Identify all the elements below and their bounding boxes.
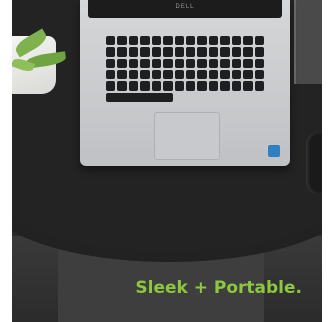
keyboard-key	[106, 69, 116, 80]
keyboard-key	[163, 81, 173, 91]
keyboard-key	[243, 81, 253, 91]
keyboard-key	[243, 58, 253, 68]
keyboard-key	[117, 47, 127, 57]
keyboard-key	[117, 81, 127, 91]
keyboard-key	[140, 36, 150, 46]
keyboard-key	[186, 69, 196, 80]
keyboard-key	[197, 36, 207, 46]
keyboard-key	[174, 69, 184, 80]
keyboard-key	[197, 47, 207, 57]
keyboard-key	[163, 47, 173, 57]
keyboard-key	[220, 47, 230, 57]
keyboard-key	[197, 58, 207, 68]
keyboard-key	[231, 69, 242, 80]
keyboard-key	[254, 47, 264, 57]
processor-sticker	[268, 145, 280, 157]
mouse-icon	[306, 132, 322, 194]
keyboard-key	[128, 69, 139, 80]
keyboard-key	[254, 81, 264, 91]
keyboard-key	[254, 69, 264, 80]
touchpad	[154, 112, 220, 160]
keyboard-key	[106, 81, 116, 91]
notebook-icon	[294, 0, 322, 84]
keyboard-key	[151, 69, 162, 80]
keyboard-key	[106, 36, 116, 46]
product-photo: DELL Sleek + Portable.	[12, 0, 322, 322]
keyboard-key	[197, 69, 207, 80]
keyboard-key	[208, 81, 219, 91]
keyboard-key	[163, 69, 173, 80]
keyboard-key	[186, 58, 196, 68]
keyboard-key	[208, 69, 219, 80]
keyboard-key	[186, 36, 196, 46]
keyboard-key	[128, 58, 139, 68]
keyboard-key	[231, 58, 242, 68]
keyboard-key	[174, 47, 184, 57]
laptop-icon: DELL	[80, 0, 290, 166]
keyboard-key	[254, 58, 264, 68]
keyboard-key	[174, 81, 184, 91]
keyboard-key	[186, 81, 196, 91]
keyboard-key	[140, 47, 150, 57]
keyboard-key	[254, 36, 264, 46]
keyboard-key	[140, 58, 150, 68]
keyboard-key	[208, 36, 219, 46]
keyboard-key	[220, 69, 230, 80]
keyboard-key	[174, 36, 184, 46]
keyboard-key	[231, 36, 242, 46]
keyboard-key	[231, 81, 242, 91]
keyboard-key	[220, 36, 230, 46]
keyboard-key	[117, 69, 127, 80]
keyboard-key	[117, 36, 127, 46]
keyboard-key	[163, 36, 173, 46]
laptop-screen-edge: DELL	[88, 0, 282, 18]
keyboard-key	[151, 36, 162, 46]
keyboard-key	[186, 47, 196, 57]
brand-mark: DELL	[175, 4, 195, 10]
keyboard-key	[106, 58, 116, 68]
keyboard-key	[220, 58, 230, 68]
keyboard-key	[128, 47, 139, 57]
keyboard-key	[106, 47, 116, 57]
keyboard-key	[151, 81, 162, 91]
keyboard-key	[197, 81, 207, 91]
keyboard-key	[151, 58, 162, 68]
keyboard-key	[140, 81, 150, 91]
keyboard-key	[243, 69, 253, 80]
keyboard-key	[208, 47, 219, 57]
keyboard-key	[140, 69, 150, 80]
keyboard-key	[243, 36, 253, 46]
keyboard-key	[174, 58, 184, 68]
keyboard	[106, 36, 264, 102]
keyboard-key	[231, 47, 242, 57]
keyboard-key	[163, 58, 173, 68]
keyboard-key	[243, 47, 253, 57]
keyboard-key	[151, 47, 162, 57]
keyboard-key	[128, 81, 139, 91]
spacebar	[106, 92, 173, 102]
keyboard-key	[117, 58, 127, 68]
tagline: Sleek + Portable.	[135, 278, 302, 298]
keyboard-key	[220, 81, 230, 91]
plant-icon	[12, 28, 67, 94]
keyboard-key	[208, 58, 219, 68]
keyboard-key	[128, 36, 139, 46]
